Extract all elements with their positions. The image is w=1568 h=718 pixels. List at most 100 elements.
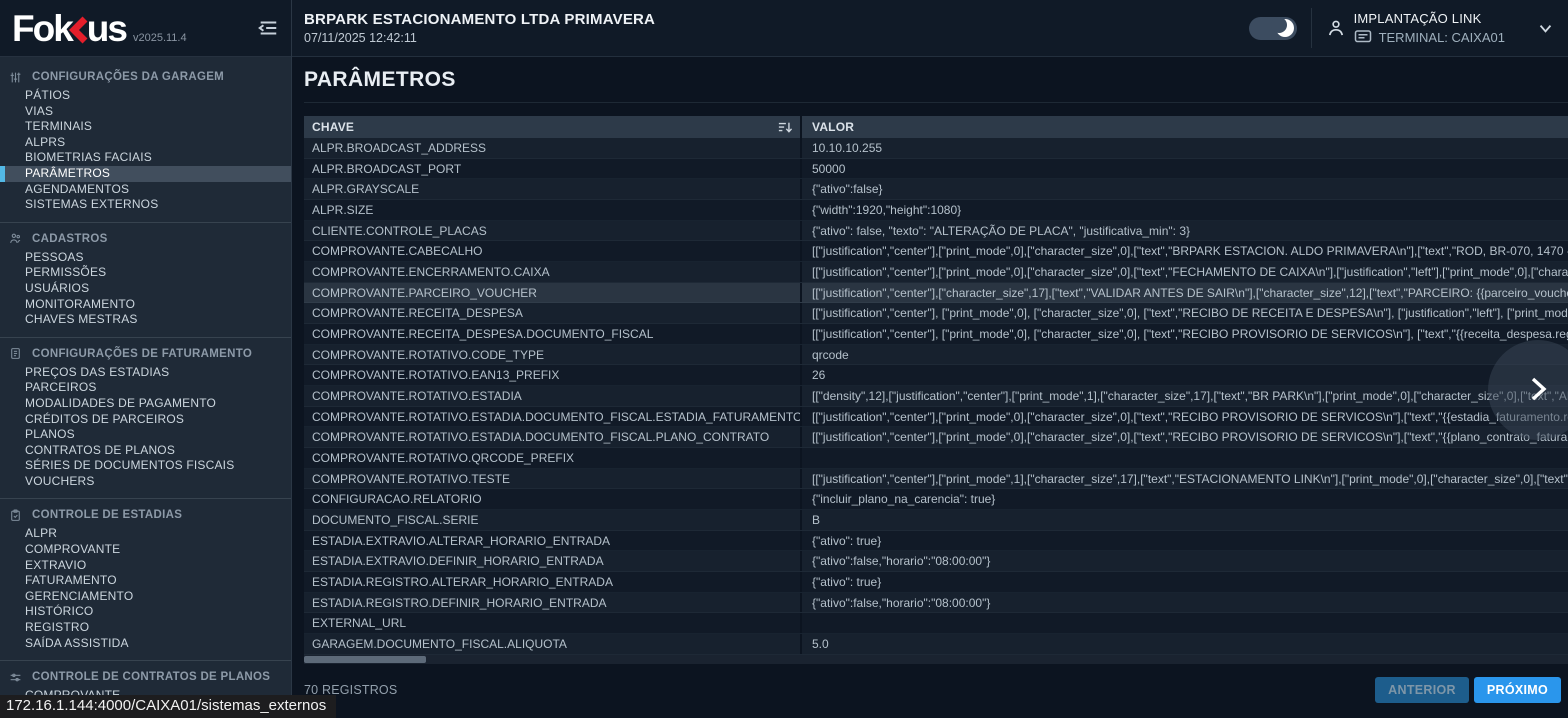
table-row[interactable]: COMPROVANTE.ROTATIVO.ESTADIA.DOCUMENTO_F… [304,407,1568,428]
column-header-valor[interactable]: VALOR [802,120,1568,134]
table-row[interactable]: ESTADIA.REGISTRO.ALTERAR_HORARIO_ENTRADA… [304,572,1568,593]
sidebar-item-vias[interactable]: VIAS [0,104,291,120]
table-row[interactable]: EXTERNAL_URL [304,613,1568,634]
sidebar-item-parametros[interactable]: PARÂMETROS [0,166,291,182]
title-divider [304,102,1568,103]
sidebar-section-header: CONFIGURAÇÕES DA GARAGEM [0,68,291,88]
param-value-cell: [["justification","center"], ["print_mod… [802,327,1568,341]
sidebar-item-registro[interactable]: REGISTRO [0,620,291,636]
sidebar: Fokus v2025.11.4 CONFIGURAÇÕES DA GARAGE… [0,0,292,718]
sidebar-item-pessoas[interactable]: PESSOAS [0,250,291,266]
user-name: IMPLANTAÇÃO LINK [1354,11,1505,26]
sidebar-item-series-de-documentos-fiscais[interactable]: SÉRIES DE DOCUMENTOS FISCAIS [0,458,291,474]
param-key-cell: COMPROVANTE.ROTATIVO.CODE_TYPE [304,345,802,365]
table-row[interactable]: COMPROVANTE.ROTATIVO.ESTADIA.DOCUMENTO_F… [304,427,1568,448]
logo-text-right: us [87,10,126,47]
table-row[interactable]: COMPROVANTE.ROTATIVO.TESTE [["justificat… [304,469,1568,490]
table-row[interactable]: DOCUMENTO_FISCAL.SERIE B [304,510,1568,531]
table-row[interactable]: COMPROVANTE.ROTATIVO.EAN13_PREFIX 26 [304,365,1568,386]
sidebar-section-header: CADASTROS [0,230,291,250]
sidebar-item-alprs[interactable]: ALPRS [0,135,291,151]
table-row[interactable]: COMPROVANTE.ROTATIVO.ESTADIA [["density"… [304,386,1568,407]
param-value-cell: [["justification","center"],["print_mode… [802,430,1568,444]
sidebar-item-biometrias-faciais[interactable]: BIOMETRIAS FACIAIS [0,150,291,166]
sidebar-item-contratos-de-planos[interactable]: CONTRATOS DE PLANOS [0,443,291,459]
table-row[interactable]: ESTADIA.EXTRAVIO.ALTERAR_HORARIO_ENTRADA… [304,531,1568,552]
table-row[interactable]: ALPR.BROADCAST_PORT 50000 [304,159,1568,180]
billing-doc-icon [9,347,23,361]
sidebar-item-saida-assistida[interactable]: SAÍDA ASSISTIDA [0,636,291,652]
menu-collapse-icon[interactable] [255,15,281,41]
table-row[interactable]: COMPROVANTE.RECEITA_DESPESA [["justifica… [304,303,1568,324]
sidebar-item-vouchers[interactable]: VOUCHERS [0,474,291,490]
table-row[interactable]: COMPROVANTE.ROTATIVO.QRCODE_PREFIX [304,448,1568,469]
sidebar-item-chaves-mestras[interactable]: CHAVES MESTRAS [0,312,291,328]
sidebar-item-usuarios[interactable]: USUÁRIOS [0,281,291,297]
sidebar-item-comprovante[interactable]: COMPROVANTE [0,542,291,558]
table-row[interactable]: ESTADIA.REGISTRO.DEFINIR_HORARIO_ENTRADA… [304,593,1568,614]
sidebar-item-patios[interactable]: PÁTIOS [0,88,291,104]
next-page-button[interactable]: PRÓXIMO [1474,677,1561,703]
sidebar-item-parceiros[interactable]: PARCEIROS [0,380,291,396]
chevron-right-icon [1525,374,1551,407]
sidebar-item-permissoes[interactable]: PERMISSÕES [0,265,291,281]
sidebar-item-faturamento[interactable]: FATURAMENTO [0,573,291,589]
table-row[interactable]: GARAGEM.DOCUMENTO_FISCAL.ALIQUOTA 5.0 [304,634,1568,655]
param-value-cell: 50000 [802,162,1568,176]
sort-icon[interactable] [778,121,792,134]
param-key-cell: GARAGEM.DOCUMENTO_FISCAL.ALIQUOTA [304,634,802,654]
sidebar-section: CONTROLE DE ESTADIAS ALPRCOMPROVANTEEXTR… [0,498,291,660]
main-content: PARÂMETROS CHAVE VALOR ALPR.BROA [292,57,1568,718]
sidebar-item-extravio[interactable]: EXTRAVIO [0,558,291,574]
sidebar-item-gerenciamento[interactable]: GERENCIAMENTO [0,589,291,605]
param-key-cell: ESTADIA.EXTRAVIO.DEFINIR_HORARIO_ENTRADA [304,551,802,571]
sidebar-item-sistemas-externos[interactable]: SISTEMAS EXTERNOS [0,197,291,213]
horizontal-scrollbar-thumb[interactable] [304,656,426,663]
table-row[interactable]: COMPROVANTE.RECEITA_DESPESA.DOCUMENTO_FI… [304,324,1568,345]
table-row[interactable]: COMPROVANTE.PARCEIRO_VOUCHER [["justific… [304,283,1568,304]
dark-mode-toggle[interactable] [1249,17,1297,40]
topbar-right: IMPLANTAÇÃO LINK TERMINAL: CAIXA01 [1249,8,1554,48]
sidebar-item-agendamentos[interactable]: AGENDAMENTOS [0,182,291,198]
param-value-cell: [["justification","center"],["print_mode… [802,472,1568,486]
table-row[interactable]: ALPR.GRAYSCALE {"ativo":false} [304,179,1568,200]
sidebar-item-historico[interactable]: HISTÓRICO [0,604,291,620]
sidebar-item-modalidades-de-pagamento[interactable]: MODALIDADES DE PAGAMENTO [0,396,291,412]
table-row[interactable]: CONFIGURACAO.RELATORIO {"incluir_plano_n… [304,489,1568,510]
section-items: PÁTIOSVIASTERMINAISALPRSBIOMETRIAS FACIA… [0,88,291,213]
sidebar-item-planos[interactable]: PLANOS [0,427,291,443]
table-row[interactable]: COMPROVANTE.ROTATIVO.CODE_TYPE qrcode [304,345,1568,366]
pagination: ANTERIOR PRÓXIMO [1375,677,1561,703]
sidebar-item-creditos-de-parceiros[interactable]: CRÉDITOS DE PARCEIROS [0,412,291,428]
table-row[interactable]: ESTADIA.EXTRAVIO.DEFINIR_HORARIO_ENTRADA… [304,551,1568,572]
sidebar-item-precos-das-estadias[interactable]: PREÇOS DAS ESTADIAS [0,365,291,381]
param-key-cell: ALPR.BROADCAST_PORT [304,159,802,179]
app-logo: Fokus v2025.11.4 [12,10,255,47]
chevron-down-icon[interactable] [1537,20,1554,37]
table-body: ALPR.BROADCAST_ADDRESS 10.10.10.255 ALPR… [304,138,1568,655]
param-key-cell: COMPROVANTE.CABECALHO [304,241,802,261]
table-row[interactable]: COMPROVANTE.CABECALHO [["justification",… [304,241,1568,262]
param-key-cell: COMPROVANTE.ROTATIVO.EAN13_PREFIX [304,365,802,385]
previous-page-button[interactable]: ANTERIOR [1375,677,1469,703]
page-title: PARÂMETROS [304,68,1568,92]
param-value-cell: {"ativo": true} [802,534,1568,548]
status-bar-url: 172.16.1.144:4000/CAIXA01/sistemas_exter… [0,695,336,718]
moon-icon [1276,19,1294,37]
table-row[interactable]: ALPR.BROADCAST_ADDRESS 10.10.10.255 [304,138,1568,159]
user-menu[interactable]: IMPLANTAÇÃO LINK TERMINAL: CAIXA01 [1326,11,1505,45]
sidebar-section: CONFIGURAÇÕES DA GARAGEM PÁTIOSVIASTERMI… [0,61,291,222]
param-value-cell: [["justification","center"],["print_mode… [802,265,1568,279]
table-row[interactable]: ALPR.SIZE {"width":1920,"height":1080} [304,200,1568,221]
sidebar-section: CADASTROS PESSOASPERMISSÕESUSUÁRIOSMONIT… [0,222,291,337]
table-row[interactable]: COMPROVANTE.ENCERRAMENTO.CAIXA [["justif… [304,262,1568,283]
param-key-cell: COMPROVANTE.ROTATIVO.ESTADIA [304,386,802,406]
sidebar-item-monitoramento[interactable]: MONITORAMENTO [0,297,291,313]
column-header-chave[interactable]: CHAVE [304,116,802,138]
table-row[interactable]: CLIENTE.CONTROLE_PLACAS {"ativo": false,… [304,221,1568,242]
sidebar-item-terminais[interactable]: TERMINAIS [0,119,291,135]
user-info: IMPLANTAÇÃO LINK TERMINAL: CAIXA01 [1354,11,1505,45]
section-items: PESSOASPERMISSÕESUSUÁRIOSMONITORAMENTOCH… [0,250,291,328]
logo-chevron-icon [68,15,90,50]
sidebar-item-alpr[interactable]: ALPR [0,526,291,542]
